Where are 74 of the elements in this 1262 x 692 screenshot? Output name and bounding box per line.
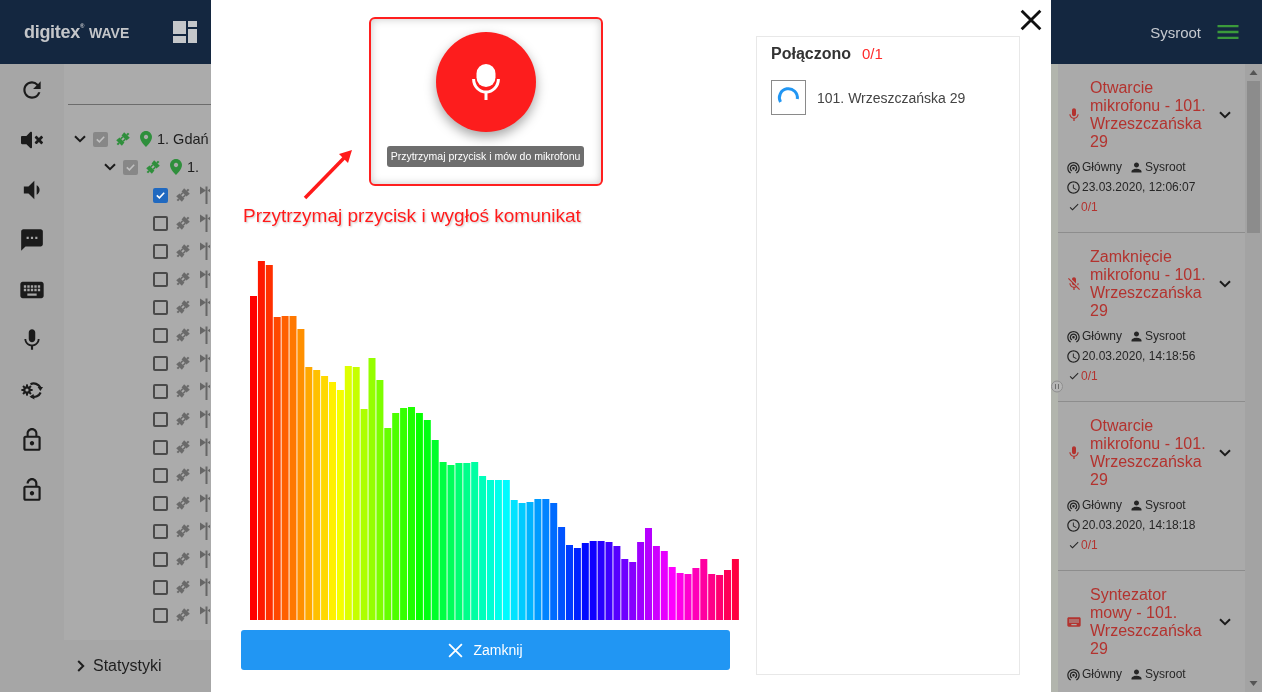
clock-icon — [1066, 517, 1081, 533]
event-title: Zamknięcie mikrofonu - 101. Wrzeszczańska 29 — [1090, 248, 1207, 320]
dashboard-icon[interactable] — [173, 21, 197, 43]
clock-icon — [1066, 179, 1081, 195]
close-icon[interactable] — [1020, 9, 1042, 31]
user-name[interactable]: Sysroot — [1150, 23, 1201, 41]
antenna-icon — [200, 186, 210, 204]
antenna-icon — [200, 354, 210, 372]
connection-label: 101. Wrzeszczańska 29 — [817, 89, 966, 106]
check-icon — [156, 191, 165, 199]
confirmation-count: 0/1 — [1081, 369, 1098, 383]
channel-label: Główny — [1082, 498, 1122, 512]
antenna-icon — [200, 606, 210, 624]
scrollbar[interactable] — [1245, 64, 1262, 692]
section-label[interactable]: Statystyki — [93, 657, 162, 675]
chevron-right-icon[interactable] — [77, 660, 85, 672]
broadcast-icon — [1066, 497, 1081, 513]
broadcast-icon — [1066, 328, 1081, 344]
user-label: Sysroot — [1145, 329, 1186, 343]
location-pin-icon — [140, 131, 152, 147]
chevron-down-icon[interactable] — [1219, 111, 1231, 119]
connection-count: 0/1 — [862, 45, 883, 62]
annotation-text: Przytrzymaj przycisk i wygłoś komunikat — [243, 205, 581, 227]
antenna-icon — [200, 270, 210, 288]
channel-label: Główny — [1082, 160, 1122, 174]
event-time: 20.03.2020, 14:18:18 — [1082, 518, 1196, 532]
antenna-icon — [200, 410, 210, 428]
panel-title: Połączono — [771, 45, 851, 63]
user-label: Sysroot — [1145, 667, 1186, 681]
user-label: Sysroot — [1145, 160, 1186, 174]
resize-handle-icon[interactable] — [1051, 380, 1063, 393]
antenna-icon — [200, 326, 210, 344]
chat-icon[interactable] — [19, 227, 45, 253]
chevron-down-icon[interactable] — [1219, 618, 1231, 626]
microphone-button[interactable] — [435, 32, 536, 132]
event-time: 20.03.2020, 14:18:56 — [1082, 349, 1196, 363]
location-pin-icon — [170, 159, 182, 175]
antenna-icon — [200, 298, 210, 316]
microphone-off-icon — [1066, 275, 1082, 293]
clock-icon — [1066, 348, 1081, 364]
speaker-mute-icon[interactable] — [21, 129, 43, 151]
antenna-icon — [200, 578, 210, 596]
confirmation-count: 0/1 — [1081, 538, 1098, 552]
antenna-icon — [200, 494, 210, 512]
check-icon — [1068, 201, 1080, 213]
channel-label: Główny — [1082, 667, 1122, 681]
antenna-icon — [200, 382, 210, 400]
check-icon — [96, 135, 105, 143]
event-time: 23.03.2020, 12:06:07 — [1082, 180, 1196, 194]
chevron-down-icon[interactable] — [1219, 280, 1231, 288]
chevron-down-icon[interactable] — [1219, 449, 1231, 457]
logo: digitex$^{®}$ WAVE — [24, 21, 130, 43]
check-icon — [1068, 539, 1080, 551]
check-icon — [126, 163, 135, 171]
antenna-icon — [200, 550, 210, 568]
broadcast-icon — [1066, 159, 1081, 175]
antenna-icon — [200, 522, 210, 540]
antenna-icon — [200, 242, 210, 260]
tooltip: Przytrzymaj przycisk i mów do mikrofonu — [386, 146, 585, 167]
confirmation-count: 0/1 — [1081, 200, 1098, 214]
microphone-icon — [1066, 444, 1082, 462]
broadcast-icon — [1066, 666, 1081, 682]
channel-label: Główny — [1082, 329, 1122, 343]
event-title: Otwarcie mikrofonu - 101. Wrzeszczańska 29 — [1090, 417, 1207, 489]
antenna-icon — [200, 214, 210, 232]
antenna-icon — [200, 438, 210, 456]
event-title: Syntezator mowy - 101. Wrzeszczańska 29 — [1090, 586, 1203, 658]
antenna-icon — [200, 466, 210, 484]
event-title: Otwarcie mikrofonu - 101. Wrzeszczańska 29 — [1090, 79, 1207, 151]
check-icon — [1068, 370, 1080, 382]
close-icon — [448, 642, 464, 658]
microphone-icon — [1066, 106, 1082, 124]
user-label: Sysroot — [1145, 498, 1186, 512]
microphone-icon — [471, 64, 500, 100]
